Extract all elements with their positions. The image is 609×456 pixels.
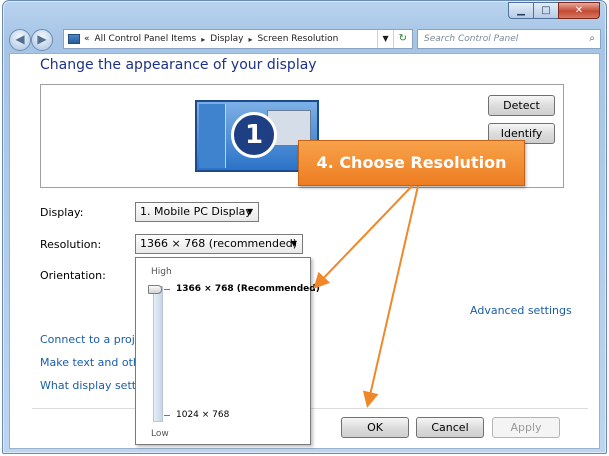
search-placeholder: Search Control Panel — [424, 34, 519, 44]
resolution-option-low[interactable]: 1024 × 768 — [176, 410, 229, 420]
slider-tick — [164, 415, 170, 416]
maximize-button[interactable]: □ — [533, 2, 559, 19]
advanced-settings-link[interactable]: Advanced settings — [470, 304, 572, 317]
slider-high-label: High — [151, 267, 172, 277]
detect-button[interactable]: Detect — [488, 95, 555, 116]
address-bar[interactable]: « All Control Panel Items ▸ Display ▸ Sc… — [63, 29, 413, 49]
resolution-dropdown: High 1366 × 768 (Recommended) 1024 × 768… — [135, 257, 320, 445]
monitor-number-badge: 1 — [231, 112, 277, 158]
slider-tick — [164, 289, 170, 290]
breadcrumb-separator-icon: ▸ — [201, 34, 206, 44]
resolution-select[interactable]: 1366 × 768 (recommended) ▼ — [135, 234, 303, 254]
refresh-icon[interactable]: ↻ — [392, 30, 412, 48]
display-label: Display: — [40, 206, 84, 219]
back-button[interactable]: ◀ — [9, 29, 31, 51]
orientation-label: Orientation: — [40, 269, 106, 282]
minimize-button[interactable]: ▁ — [508, 2, 534, 19]
breadcrumb-display[interactable]: Display — [210, 34, 243, 44]
instruction-callout: 4. Choose Resolution — [298, 140, 525, 186]
forward-button[interactable]: ▶ — [31, 29, 53, 51]
breadcrumb-screen-resolution[interactable]: Screen Resolution — [257, 34, 338, 44]
resolution-option-high[interactable]: 1366 × 768 (Recommended) — [176, 284, 320, 294]
page-title: Change the appearance of your display — [40, 57, 317, 73]
slider-low-label: Low — [151, 429, 169, 439]
cancel-button[interactable]: Cancel — [416, 417, 484, 438]
address-dropdown-icon[interactable]: ▼ — [377, 30, 392, 48]
resolution-label: Resolution: — [40, 238, 102, 251]
screen-resolution-window: ▁ □ ✕ ◀ ▶ « All Control Panel Items ▸ Di… — [2, 0, 607, 454]
resolution-slider-track[interactable] — [153, 286, 163, 422]
display-select[interactable]: 1. Mobile PC Display ▼ — [135, 202, 259, 222]
ok-button[interactable]: OK — [341, 417, 409, 438]
search-icon[interactable]: ⌕ — [589, 30, 595, 48]
chevron-down-icon: ▼ — [290, 239, 297, 248]
close-button[interactable]: ✕ — [558, 2, 600, 19]
content-panel: Change the appearance of your display 1 … — [9, 53, 600, 449]
search-input[interactable]: Search Control Panel ⌕ — [417, 29, 601, 49]
resolution-select-value: 1366 × 768 (recommended) — [140, 237, 298, 250]
resolution-slider-thumb[interactable] — [148, 285, 162, 294]
apply-button[interactable]: Apply — [492, 417, 560, 438]
breadcrumb-separator-icon: ▸ — [248, 34, 253, 44]
monitor-sidebar — [199, 104, 226, 168]
breadcrumb-all-items[interactable]: All Control Panel Items — [95, 34, 197, 44]
breadcrumb-chevron-icon: « — [84, 34, 90, 44]
display-select-value: 1. Mobile PC Display — [140, 205, 252, 218]
window-controls: ▁ □ ✕ — [508, 2, 600, 19]
control-panel-icon — [68, 34, 80, 44]
chevron-down-icon: ▼ — [246, 207, 253, 216]
